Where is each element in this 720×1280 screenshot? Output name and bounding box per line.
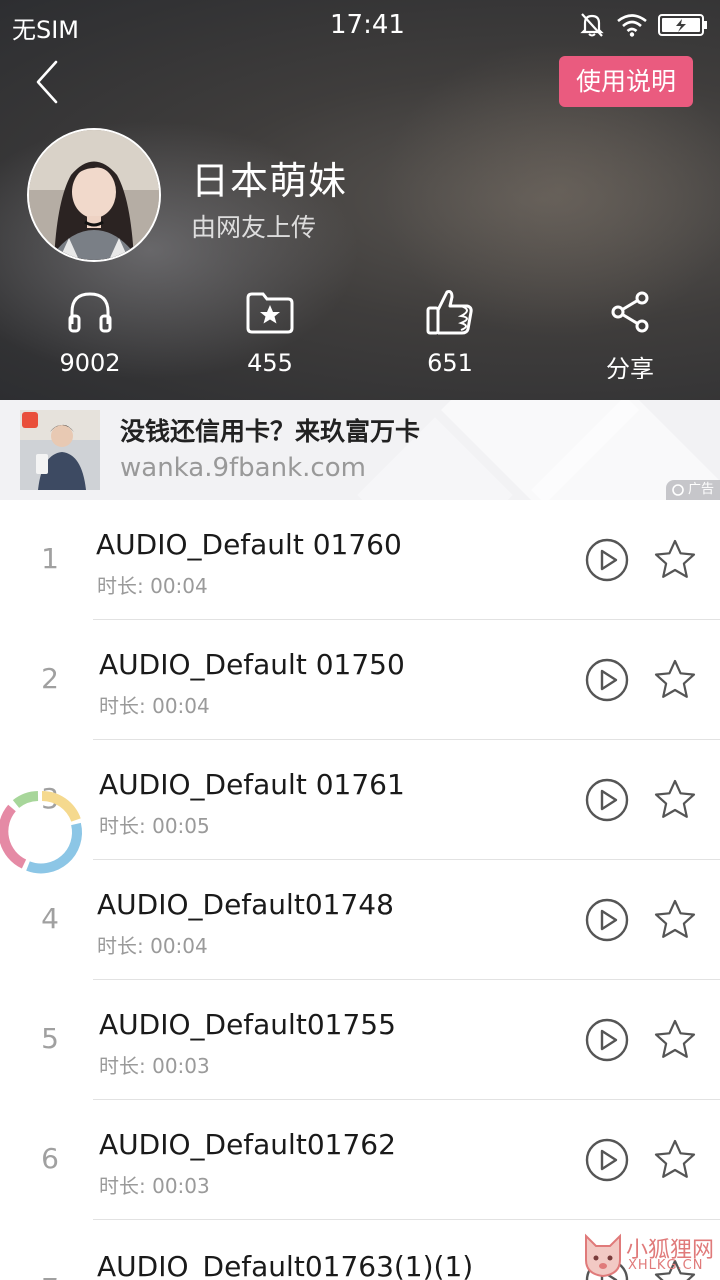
status-icons: [578, 12, 708, 38]
track-name: AUDIO_Default 01761: [99, 768, 405, 801]
playlist-subtitle: 由网友上传: [191, 213, 317, 242]
track-name: AUDIO_Default01763(1)(1): [97, 1250, 474, 1280]
ad-image: [20, 410, 100, 490]
star-icon[interactable]: [653, 1018, 697, 1062]
carrier-label: 无SIM: [12, 16, 80, 44]
share-stat[interactable]: 分享: [570, 285, 690, 379]
headphones-icon: [68, 292, 112, 333]
avatar-image: [29, 130, 159, 260]
ad-title: 没钱还信用卡？来玖富万卡: [120, 417, 421, 446]
track-name: AUDIO_Default01748: [97, 888, 394, 921]
floating-ring-button[interactable]: [0, 788, 86, 876]
play-icon[interactable]: [585, 538, 629, 582]
track-name: AUDIO_Default01755: [99, 1008, 396, 1041]
star-icon[interactable]: [653, 538, 697, 582]
track-row[interactable]: 5 AUDIO_Default01755 时长: 00:03: [0, 980, 720, 1100]
ad-badge: 广告: [665, 480, 720, 500]
track-duration: 时长: 00:04: [99, 694, 210, 718]
ad-badge-label: 广告: [687, 482, 714, 497]
clock: 17:41: [330, 10, 405, 40]
playlist-avatar: [27, 128, 161, 262]
track-row[interactable]: 4 AUDIO_Default01748 时长: 00:04: [0, 860, 720, 980]
battery-charging-icon: [658, 14, 707, 36]
star-icon[interactable]: [653, 778, 697, 822]
track-index: 6: [41, 1142, 59, 1175]
wifi-icon: [617, 14, 647, 37]
track-duration: 时长: 00:04: [97, 574, 208, 598]
track-row[interactable]: 6 AUDIO_Default01762 时长: 00:03: [0, 1100, 720, 1220]
track-duration: 时长: 00:03: [99, 1054, 210, 1078]
favorite-count-stat[interactable]: 455: [210, 285, 330, 379]
share-icon: [611, 291, 649, 333]
track-row[interactable]: 3 AUDIO_Default 01761 时长: 00:05: [0, 740, 720, 860]
listen-count: 9002: [59, 349, 121, 377]
playlist-title: 日本萌妹: [191, 159, 348, 203]
track-duration: 时长: 00:04: [97, 934, 208, 958]
listen-count-stat: 9002: [30, 285, 150, 379]
thumbs-up-icon: [426, 290, 473, 335]
track-index: 2: [41, 662, 59, 695]
watermark-domain: XHLKG.CN: [628, 1258, 704, 1273]
back-arrow-icon[interactable]: [30, 58, 70, 106]
like-count-stat[interactable]: 651: [390, 285, 510, 379]
play-icon[interactable]: [585, 1018, 629, 1062]
track-row[interactable]: 1 AUDIO_Default 01760 时长: 00:04: [0, 500, 720, 620]
ad-url: wanka.9fbank.com: [120, 453, 366, 483]
track-name: AUDIO_Default 01760: [96, 528, 402, 561]
star-icon[interactable]: [653, 1138, 697, 1182]
watermark: 小狐狸网 XHLKG.CN: [580, 1228, 720, 1280]
track-duration: 时长: 00:03: [99, 1174, 210, 1198]
folder-star-icon: [246, 292, 294, 334]
track-duration: 时长: 00:05: [99, 814, 210, 838]
status-bar: 无SIM 17:41: [0, 0, 720, 50]
track-name: AUDIO_Default 01750: [99, 648, 405, 681]
play-icon[interactable]: [585, 1138, 629, 1182]
mute-bell-icon: [580, 13, 604, 37]
star-icon[interactable]: [653, 898, 697, 942]
track-name: AUDIO_Default01762: [99, 1128, 396, 1161]
track-index: 5: [41, 1022, 59, 1055]
track-index: 1: [41, 542, 59, 575]
track-index: 7: [38, 1272, 62, 1280]
fox-logo-icon: [585, 1233, 621, 1278]
star-icon[interactable]: [653, 658, 697, 702]
play-icon[interactable]: [585, 898, 629, 942]
play-icon[interactable]: [585, 778, 629, 822]
like-count: 651: [427, 349, 473, 377]
playlist-header: 无SIM 17:41 使用说明 日本萌妹 由网友上传 9002 455 651 …: [0, 0, 720, 400]
ad-banner[interactable]: 没钱还信用卡？来玖富万卡 wanka.9fbank.com 广告: [0, 400, 720, 500]
track-row[interactable]: 2 AUDIO_Default 01750 时长: 00:04: [0, 620, 720, 740]
favorite-count: 455: [247, 349, 293, 377]
share-label: 分享: [606, 355, 654, 379]
refresh-icon: [672, 484, 684, 496]
usage-guide-button[interactable]: 使用说明: [559, 56, 693, 107]
play-icon[interactable]: [585, 658, 629, 702]
track-index: 4: [41, 902, 59, 935]
